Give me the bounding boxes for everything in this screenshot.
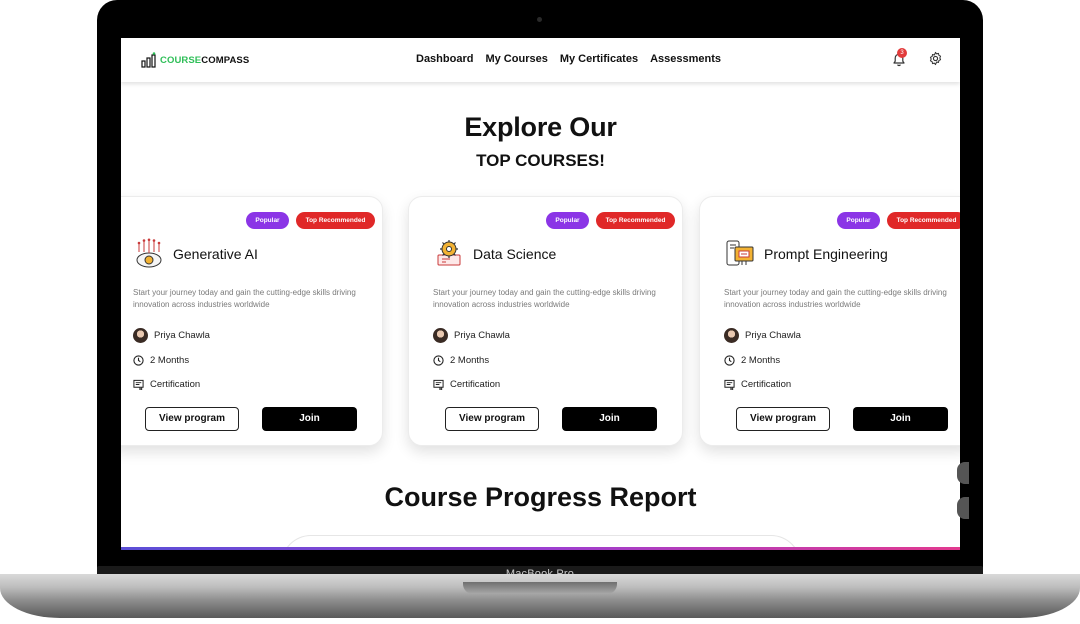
duration-text: 2 Months bbox=[150, 355, 190, 366]
course-card-data-science: Popular Top Recommended Data Science Sta… bbox=[408, 196, 683, 446]
course-description: Start your journey today and gain the cu… bbox=[133, 288, 356, 309]
join-button[interactable]: Join bbox=[262, 407, 357, 431]
laptop-notch bbox=[463, 582, 617, 594]
course-certification: Certification bbox=[724, 379, 791, 390]
ai-brain-icon bbox=[136, 238, 162, 268]
top-navbar: COURSECOMPASS Dashboard My Courses My Ce… bbox=[121, 38, 960, 82]
prompt-engineering-icon bbox=[726, 240, 754, 266]
certificate-icon bbox=[433, 379, 444, 390]
popular-tag: Popular bbox=[837, 212, 880, 229]
course-duration: 2 Months bbox=[433, 355, 489, 366]
course-certification: Certification bbox=[433, 379, 500, 390]
duration-text: 2 Months bbox=[450, 355, 490, 366]
course-card-generative-ai: Popular Top Recommended Generative AI St… bbox=[121, 196, 383, 446]
compass-logo-icon bbox=[141, 52, 156, 68]
top-recommended-tag: Top Recommended bbox=[296, 212, 375, 229]
logo-text-compass: COMPASS bbox=[201, 54, 250, 66]
laptop-base bbox=[0, 574, 1080, 618]
certification-text: Certification bbox=[741, 379, 792, 390]
author-name: Priya Chawla bbox=[154, 330, 210, 341]
clock-icon bbox=[433, 355, 444, 366]
course-description: Start your journey today and gain the cu… bbox=[433, 288, 656, 309]
duration-text: 2 Months bbox=[741, 355, 781, 366]
course-title: Data Science bbox=[473, 246, 557, 262]
course-description: Start your journey today and gain the cu… bbox=[724, 288, 947, 309]
nav-links: Dashboard My Courses My Certificates Ass… bbox=[416, 53, 721, 65]
course-compass-logo[interactable]: COURSECOMPASS bbox=[141, 52, 249, 68]
nav-my-courses[interactable]: My Courses bbox=[485, 53, 547, 65]
explore-title: Explore Our bbox=[464, 112, 617, 142]
author-name: Priya Chawla bbox=[745, 330, 801, 341]
nav-my-certificates[interactable]: My Certificates bbox=[560, 53, 638, 65]
camera-dot bbox=[537, 17, 542, 22]
certification-text: Certification bbox=[450, 379, 501, 390]
explore-subtitle: TOP COURSES! bbox=[476, 151, 605, 170]
popular-tag: Popular bbox=[546, 212, 589, 229]
author-name: Priya Chawla bbox=[454, 330, 510, 341]
top-recommended-tag: Top Recommended bbox=[887, 212, 960, 229]
join-button[interactable]: Join bbox=[853, 407, 948, 431]
view-program-button[interactable]: View program bbox=[145, 407, 239, 431]
nav-assessments[interactable]: Assessments bbox=[650, 53, 721, 65]
popular-tag: Popular bbox=[246, 212, 289, 229]
join-button[interactable]: Join bbox=[562, 407, 657, 431]
view-program-button[interactable]: View program bbox=[736, 407, 830, 431]
course-certification: Certification bbox=[133, 379, 200, 390]
notification-badge: 3 bbox=[897, 48, 907, 58]
avatar bbox=[133, 328, 148, 343]
top-recommended-tag: Top Recommended bbox=[596, 212, 675, 229]
data-science-icon bbox=[437, 240, 461, 266]
view-program-button[interactable]: View program bbox=[445, 407, 539, 431]
course-author: Priya Chawla bbox=[433, 328, 510, 343]
progress-report-title: Course Progress Report bbox=[384, 482, 697, 512]
clock-icon bbox=[724, 355, 735, 366]
certificate-icon bbox=[133, 379, 144, 390]
course-duration: 2 Months bbox=[724, 355, 780, 366]
carousel-next-button[interactable] bbox=[957, 462, 969, 484]
certificate-icon bbox=[724, 379, 735, 390]
carousel-scroll-button[interactable] bbox=[957, 497, 969, 519]
gear-icon[interactable] bbox=[928, 51, 943, 66]
nav-dashboard[interactable]: Dashboard bbox=[416, 53, 473, 65]
clock-icon bbox=[133, 355, 144, 366]
course-duration: 2 Months bbox=[133, 355, 189, 366]
logo-text-course: COURSE bbox=[160, 54, 202, 66]
course-title: Prompt Engineering bbox=[764, 246, 888, 262]
avatar bbox=[724, 328, 739, 343]
course-author: Priya Chawla bbox=[133, 328, 210, 343]
app-screen: COURSECOMPASS Dashboard My Courses My Ce… bbox=[121, 38, 960, 550]
course-card-prompt-engineering: Popular Top Recommended Prompt Engineeri… bbox=[699, 196, 960, 446]
avatar bbox=[433, 328, 448, 343]
gradient-footer-bar bbox=[121, 547, 960, 550]
course-title: Generative AI bbox=[173, 246, 258, 262]
certification-text: Certification bbox=[150, 379, 201, 390]
course-author: Priya Chawla bbox=[724, 328, 801, 343]
